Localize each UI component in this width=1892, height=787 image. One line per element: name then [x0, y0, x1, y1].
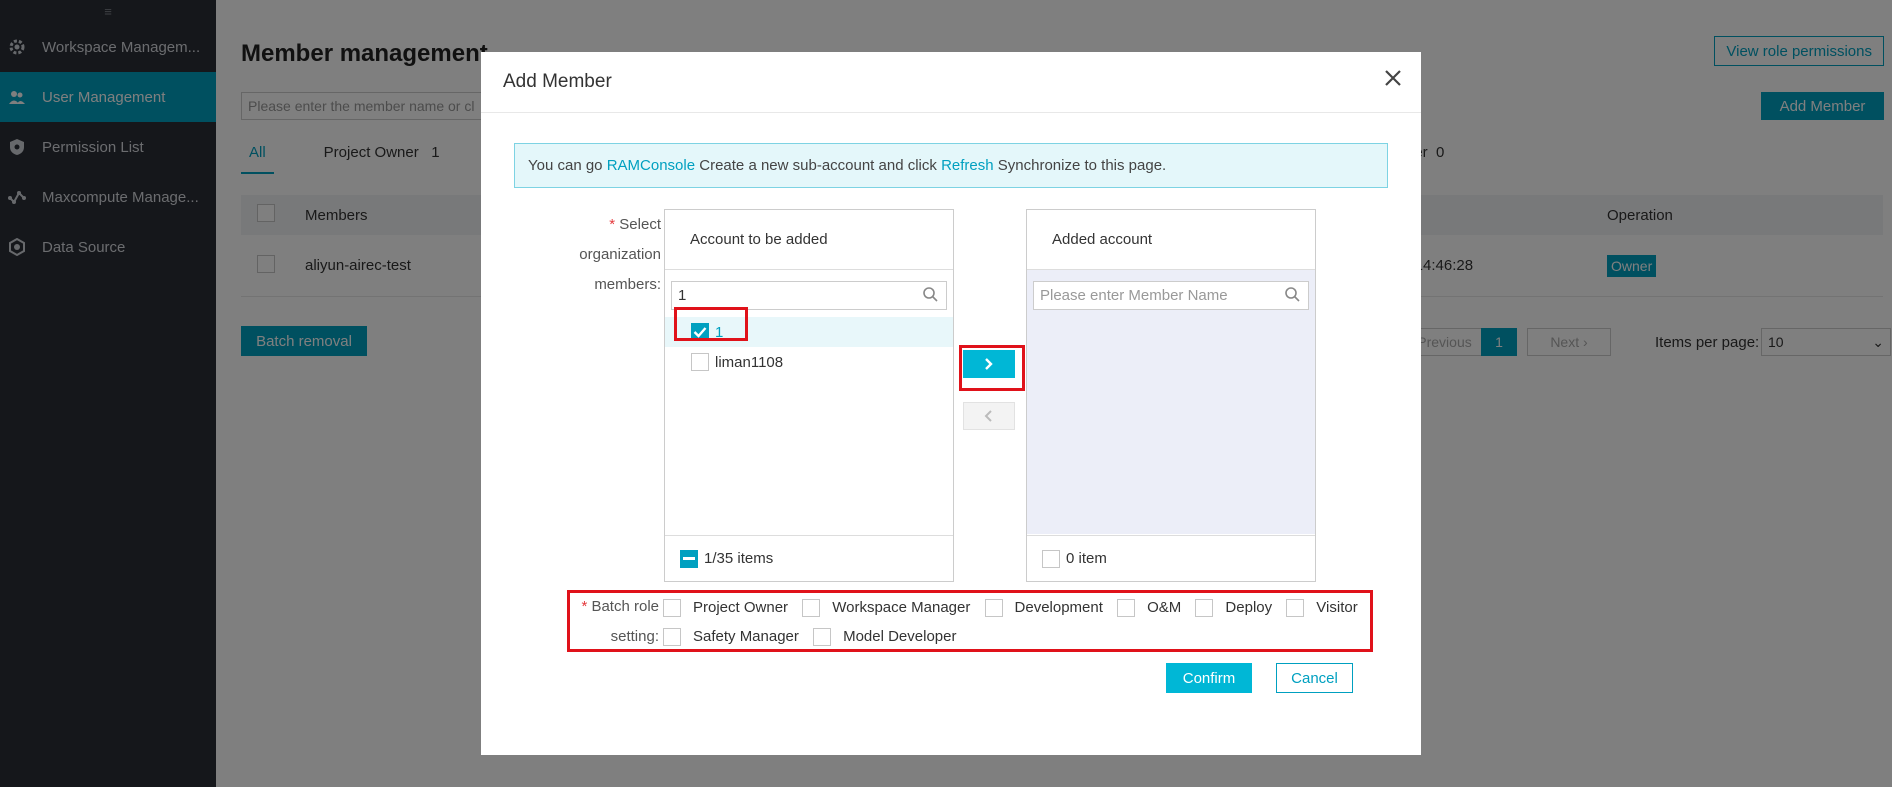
- panel-title: Account to be added: [665, 210, 953, 270]
- account-to-be-added-panel: Account to be added 1 1 liman1108 1/35 i…: [664, 209, 954, 582]
- item-label: liman1108: [715, 353, 784, 371]
- panel-footer: 0 item: [1027, 535, 1315, 581]
- panel-body: Please enter Member Name: [1027, 270, 1315, 534]
- cancel-button[interactable]: Cancel: [1276, 663, 1353, 693]
- ram-console-link[interactable]: RAMConsole: [607, 157, 695, 174]
- select-all-checkbox[interactable]: [680, 549, 698, 568]
- list-item[interactable]: liman1108: [665, 347, 953, 377]
- account-search-input[interactable]: 1: [671, 281, 947, 310]
- member-name-search-input[interactable]: Please enter Member Name: [1033, 281, 1309, 310]
- highlight-batch-role: [567, 590, 1373, 652]
- item-count: 0 item: [1066, 550, 1107, 567]
- dialog-title: Add Member: [503, 71, 612, 92]
- transfer-left-button[interactable]: [963, 402, 1015, 430]
- dialog-header: Add Member: [481, 52, 1421, 113]
- added-account-panel: Added account Please enter Member Name 0…: [1026, 209, 1316, 582]
- panel-title: Added account: [1027, 210, 1315, 270]
- notice-suffix: Synchronize to this page.: [997, 157, 1167, 174]
- search-icon: [922, 286, 938, 306]
- notice-banner: You can go RAMConsole Create a new sub-a…: [514, 143, 1388, 188]
- chevron-left-icon: [984, 410, 992, 422]
- add-member-dialog: Add Member You can go RAMConsole Create …: [481, 52, 1421, 755]
- required-marker: *: [609, 216, 616, 233]
- search-placeholder: Please enter Member Name: [1040, 287, 1228, 304]
- notice-middle: Create a new sub-account and click: [699, 157, 937, 174]
- search-icon: [1284, 286, 1300, 306]
- close-icon[interactable]: [1381, 66, 1405, 90]
- item-count: 1/35 items: [704, 550, 774, 567]
- highlight-transfer-button: [959, 345, 1025, 391]
- select-members-label: * Select organization members:: [569, 210, 661, 300]
- confirm-button[interactable]: Confirm: [1166, 663, 1252, 693]
- search-value: 1: [678, 287, 687, 304]
- refresh-link[interactable]: Refresh: [941, 157, 994, 174]
- select-all-checkbox[interactable]: [1042, 549, 1060, 568]
- notice-prefix: You can go: [528, 157, 603, 174]
- highlight-selected-item: [674, 307, 748, 341]
- select-members-label-text: Select organization members:: [579, 216, 661, 293]
- item-checkbox[interactable]: [691, 353, 709, 371]
- panel-footer: 1/35 items: [665, 535, 953, 581]
